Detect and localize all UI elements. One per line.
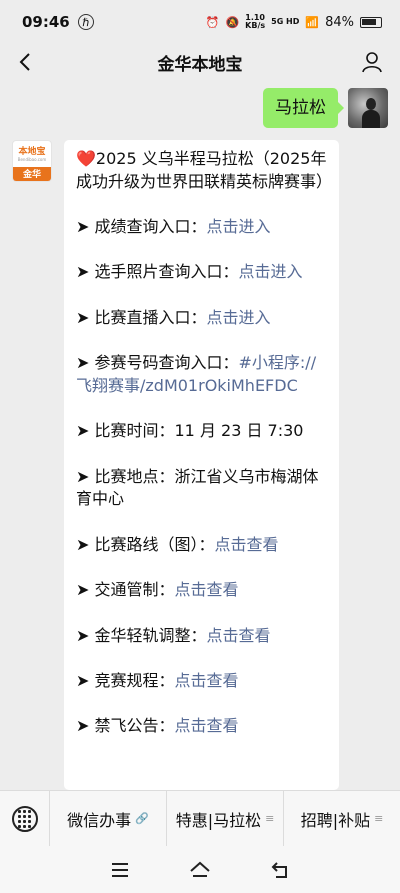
user-message-row: 马拉松: [263, 88, 388, 128]
line-label: ➤ 比赛路线（图）：: [76, 534, 215, 554]
system-nav-bar: [0, 846, 400, 893]
bot-avatar[interactable]: 本地宝 Bendibao.com 金华: [12, 140, 52, 182]
message-line: ➤ 选手照片查询入口：点击进入: [76, 261, 329, 284]
message-line: ➤ 竞赛规程：点击查看: [76, 670, 329, 693]
line-label: ➤ 成绩查询入口：: [76, 217, 207, 237]
hd-icon: ℏ: [77, 14, 94, 30]
line-label: ➤ 交通管制：: [76, 580, 175, 600]
back-icon[interactable]: [14, 50, 38, 74]
line-label: ➤ 选手照片查询入口：: [76, 262, 239, 282]
page-title: 金华本地宝: [157, 54, 243, 75]
line-link[interactable]: 点击进入: [239, 262, 303, 281]
network-type: 5G HD: [271, 17, 300, 26]
message-line: ➤ 金华轻轨调整：点击查看: [76, 625, 329, 648]
home-icon[interactable]: [188, 858, 212, 882]
message-line: ➤ 禁飞公告：点击查看: [76, 715, 329, 738]
line-label: ➤ 金华轻轨调整：: [76, 625, 207, 645]
line-label: ➤ 竞赛规程：: [76, 671, 175, 691]
line-label: ➤ 比赛地点：浙江省义乌市梅湖体育中心: [76, 466, 319, 509]
battery-percent: 84%: [325, 14, 354, 30]
alarm-icon: ⏰: [205, 15, 220, 29]
line-link[interactable]: 点击查看: [215, 535, 279, 554]
recent-apps-icon[interactable]: [108, 858, 132, 882]
heart-icon: ❤️: [76, 149, 96, 168]
menu-item-jobs[interactable]: 招聘|补贴 ≡: [284, 791, 400, 847]
message-heading: ❤️2025 义乌半程马拉松（2025年成功升级为世界田联精英标牌赛事）: [76, 149, 333, 191]
wifi-icon: 📶: [305, 15, 320, 29]
message-line: ➤ 比赛直播入口：点击进入: [76, 307, 329, 330]
bot-logo: 本地宝 Bendibao.com: [17, 146, 47, 162]
menu-bar: 微信办事 🔗 特惠|马拉松 ≡ 招聘|补贴 ≡: [0, 790, 400, 847]
mute-icon: 🔕: [225, 15, 240, 29]
back-nav-icon[interactable]: [268, 858, 292, 882]
message-line: ➤ 成绩查询入口：点击进入: [76, 216, 329, 239]
battery-icon: [360, 16, 382, 28]
link-icon: 🔗: [135, 812, 149, 825]
submenu-icon: ≡: [374, 812, 384, 825]
submenu-icon: ≡: [265, 812, 275, 825]
line-link[interactable]: 点击进入: [207, 308, 271, 327]
line-label: ➤ 参赛号码查询入口：: [76, 353, 239, 373]
line-link[interactable]: 点击查看: [175, 716, 239, 735]
message-line: ➤ 参赛号码查询入口：#小程序://飞翔赛事/zdM01rOkiMhEFDC: [76, 352, 329, 397]
menu-item-wechat-services[interactable]: 微信办事 🔗: [50, 790, 167, 847]
net-speed: 1.10 KB/s: [245, 13, 266, 30]
bot-message-bubble: ❤️2025 义乌半程马拉松（2025年成功升级为世界田联精英标牌赛事） ➤ 成…: [64, 140, 339, 790]
line-label: ➤ 比赛直播入口：: [76, 307, 207, 327]
status-time: 09:46: [22, 13, 70, 31]
user-message-bubble[interactable]: 马拉松: [263, 88, 344, 128]
status-bar: 09:46 ℏ ⏰ 🔕 1.10 KB/s 5G HD 📶 84%: [0, 0, 400, 44]
line-label: ➤ 比赛时间：11 月 23 日 7:30: [76, 421, 304, 441]
message-line: ➤ 交通管制：点击查看: [76, 579, 329, 602]
profile-icon[interactable]: [360, 50, 384, 74]
line-label: ➤ 禁飞公告：: [76, 716, 175, 736]
line-link[interactable]: 点击查看: [175, 580, 239, 599]
message-line: ➤ 比赛时间：11 月 23 日 7:30: [76, 420, 329, 443]
message-lines: ➤ 成绩查询入口：点击进入 ➤ 选手照片查询入口：点击进入 ➤ 比赛直播入口：点击进…: [76, 216, 329, 738]
line-link[interactable]: 点击查看: [175, 671, 239, 690]
line-link[interactable]: 点击进入: [207, 217, 271, 236]
nav-bar: 金华本地宝: [0, 44, 400, 80]
line-link[interactable]: 点击查看: [207, 626, 271, 645]
message-line: ➤ 比赛路线（图）：点击查看: [76, 534, 329, 557]
user-avatar[interactable]: [348, 88, 388, 128]
keyboard-icon: [11, 805, 38, 832]
message-line: ➤ 比赛地点：浙江省义乌市梅湖体育中心: [76, 466, 329, 511]
status-right: ⏰ 🔕 1.10 KB/s 5G HD 📶 84%: [206, 14, 382, 30]
bot-logo-city: 金华: [13, 167, 51, 181]
menu-item-marathon[interactable]: 特惠|马拉松 ≡: [167, 790, 284, 847]
keyboard-toggle-button[interactable]: [0, 790, 50, 847]
